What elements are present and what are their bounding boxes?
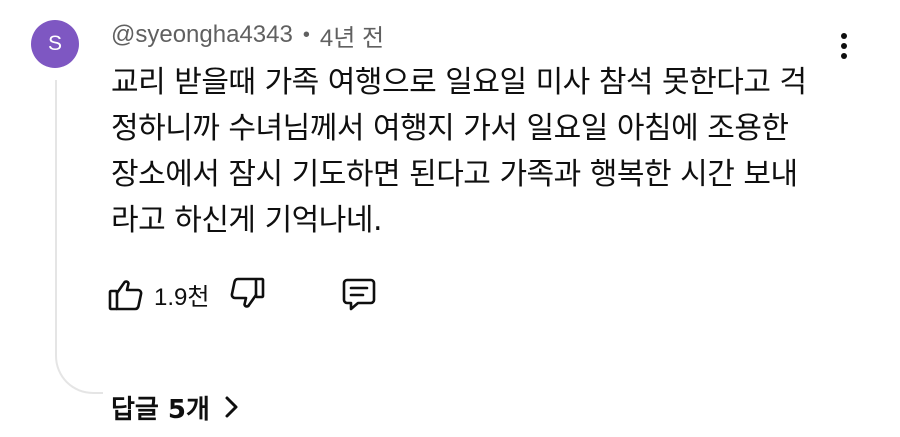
thread-line <box>55 80 103 394</box>
like-count: 1.9천 <box>154 283 210 311</box>
avatar[interactable]: S <box>31 20 79 68</box>
chevron-right-icon <box>220 394 242 420</box>
comment-text: 교리 받을때 가족 여행으로 일요일 미사 참석 못한다고 걱 정하니까 수녀님… <box>111 65 807 238</box>
thumbs-up-icon[interactable] <box>106 274 146 314</box>
replies-label: 답글 5개 <box>111 394 210 425</box>
comment-actions: 1.9천 <box>106 272 379 316</box>
avatar-initial: S <box>47 32 62 55</box>
author-handle[interactable]: @syeongha4343 <box>111 21 293 49</box>
replies-toggle[interactable]: 답글 5개 <box>111 390 242 425</box>
comment-time[interactable]: 4년 전 <box>320 18 384 53</box>
more-vertical-icon[interactable] <box>828 26 860 66</box>
thumbs-down-icon[interactable] <box>227 274 267 314</box>
separator-dot: • <box>302 23 310 46</box>
comment-icon[interactable] <box>339 274 379 314</box>
comment-header: @syeongha4343 • 4년 전 <box>111 18 384 53</box>
